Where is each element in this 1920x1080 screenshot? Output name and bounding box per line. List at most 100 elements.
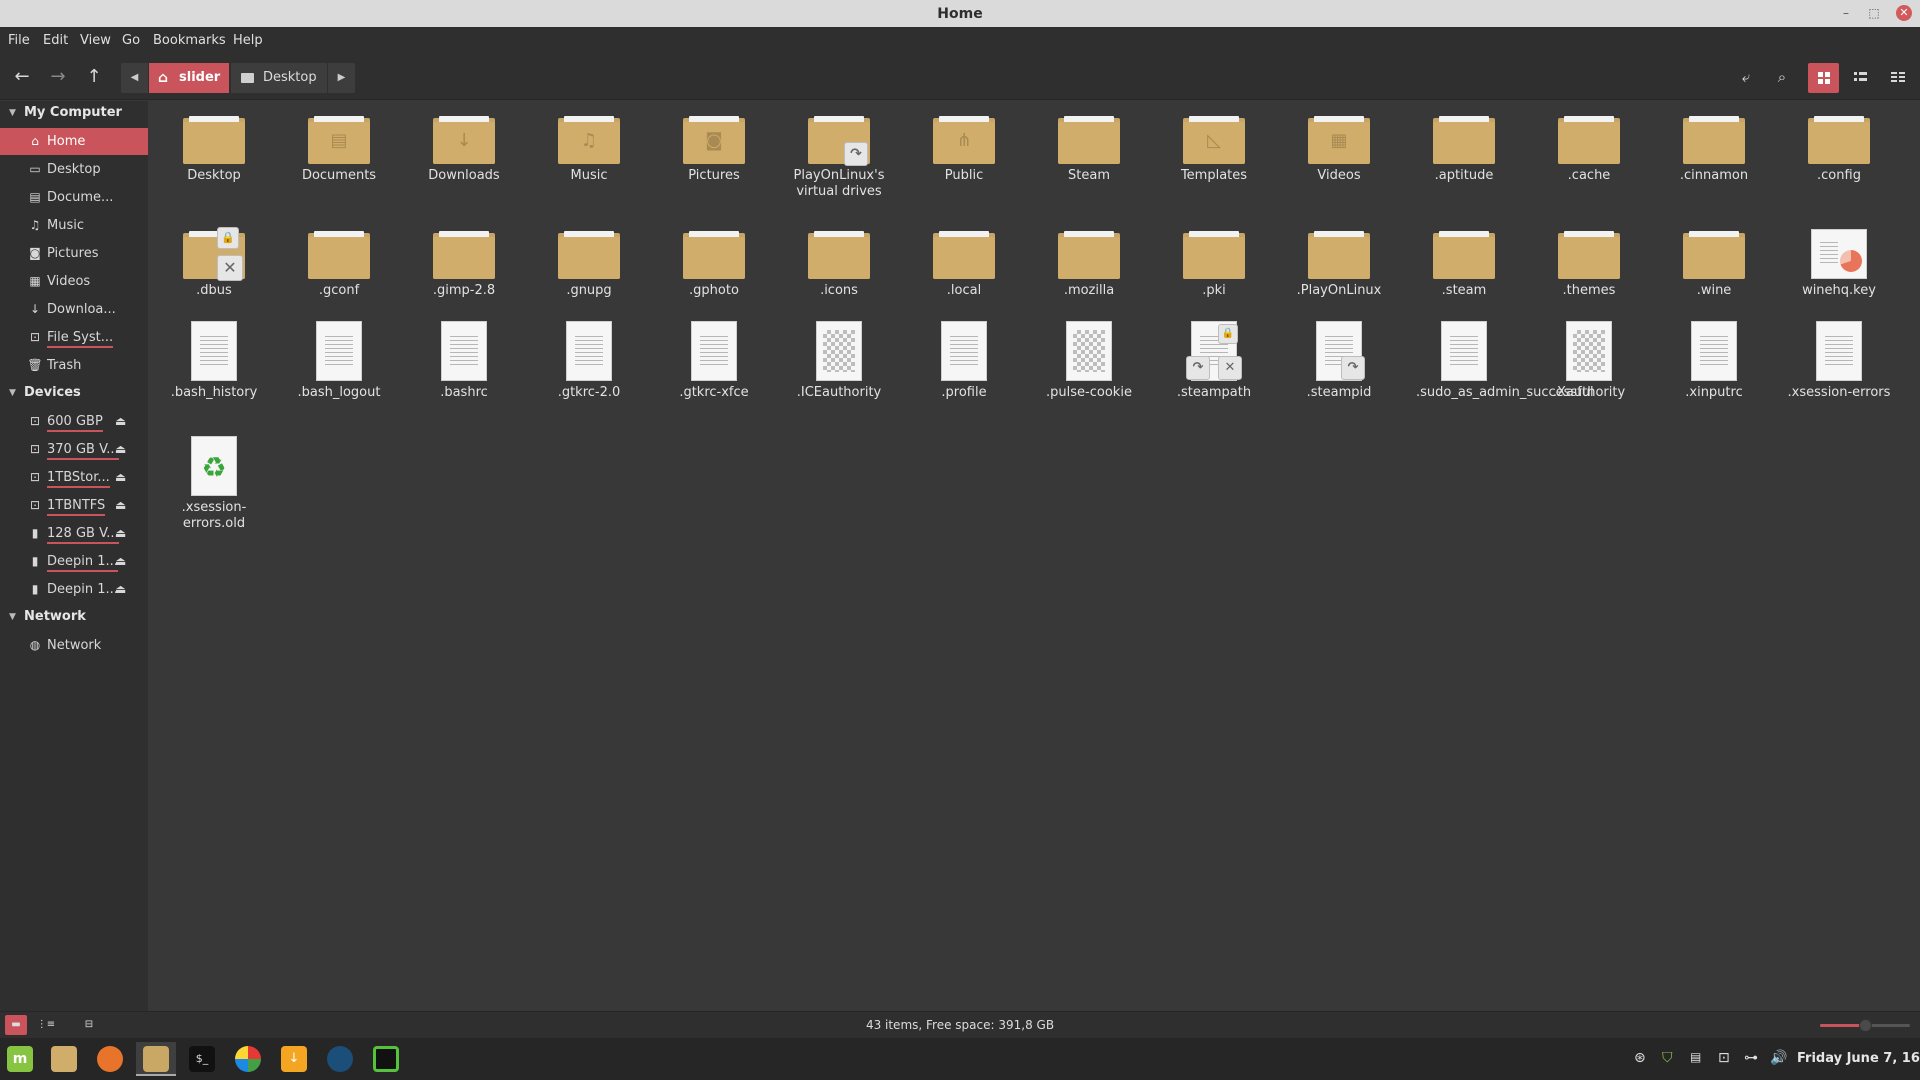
file-item[interactable]: .Xauthority xyxy=(1530,321,1648,401)
file-item[interactable]: ♫ Music xyxy=(530,116,648,184)
file-item[interactable]: .mozilla xyxy=(1030,231,1148,299)
volume-icon[interactable]: 🔊 xyxy=(1770,1050,1787,1066)
section-network[interactable]: ▼ Network xyxy=(0,605,148,629)
eject-icon[interactable]: ⏏ xyxy=(115,408,126,435)
file-item[interactable]: .xinputrc xyxy=(1655,321,1773,401)
file-item[interactable]: ▦ Videos xyxy=(1280,116,1398,184)
sidebar-device[interactable]: ▮ 128 GB V... ⏏ xyxy=(0,520,148,547)
sidebar-device[interactable]: ▮ Deepin 1... ⏏ xyxy=(0,548,148,575)
sidebar-item-music[interactable]: ♫ Music xyxy=(0,212,148,239)
taskbar-files[interactable] xyxy=(44,1042,84,1076)
taskbar-app-green[interactable] xyxy=(366,1042,406,1076)
file-item[interactable]: 🔒 ↷ ✕ .steampath xyxy=(1155,321,1273,401)
file-item[interactable]: .gconf xyxy=(280,231,398,299)
sidebar-device[interactable]: ⊡ 1TBNTFS ⏏ xyxy=(0,492,148,519)
path-home-button[interactable]: ⌂ slider xyxy=(149,63,229,93)
sidebar-item-trash[interactable]: 🗑 Trash xyxy=(0,352,148,379)
drive-tray-icon[interactable]: ⊡ xyxy=(1718,1050,1730,1066)
file-item[interactable]: .ICEauthority xyxy=(780,321,898,401)
path-scroll-right[interactable]: ▶ xyxy=(328,63,355,93)
sidebar-item-pictures[interactable]: ◙ Pictures xyxy=(0,240,148,267)
file-item[interactable]: .config xyxy=(1780,116,1898,184)
zoom-slider-handle[interactable] xyxy=(1859,1019,1872,1032)
eject-icon[interactable]: ⏏ xyxy=(115,436,126,463)
file-item[interactable]: .gtkrc-xfce xyxy=(655,321,773,401)
file-item[interactable]: .gnupg xyxy=(530,231,648,299)
file-item[interactable]: .cinnamon xyxy=(1655,116,1773,184)
menu-edit[interactable]: Edit xyxy=(43,33,68,48)
file-item[interactable]: .wine xyxy=(1655,231,1773,299)
menu-view[interactable]: View xyxy=(80,33,111,48)
sidebar-item-home[interactable]: ⌂ Home xyxy=(0,128,148,155)
file-item[interactable]: .local xyxy=(905,231,1023,299)
sidebar-device[interactable]: ⊡ 370 GB V... ⏏ xyxy=(0,436,148,463)
sidebar-device[interactable]: ⊡ 600 GBP ⏏ xyxy=(0,408,148,435)
file-item[interactable]: .sudo_as_admin_successful xyxy=(1405,321,1594,401)
path-desktop-button[interactable]: Desktop xyxy=(231,63,327,93)
menu-file[interactable]: File xyxy=(8,33,30,48)
toggle-location-button[interactable]: ⤶ xyxy=(1732,63,1760,91)
menu-bookmarks[interactable]: Bookmarks xyxy=(153,33,226,48)
section-my-computer[interactable]: ▼ My Computer xyxy=(0,101,148,125)
file-item[interactable]: ◺ Templates xyxy=(1155,116,1273,184)
taskbar-app[interactable] xyxy=(228,1042,268,1076)
file-item[interactable]: .steam xyxy=(1405,231,1523,299)
sidebar-item-downloads[interactable]: ↓ Downloa... xyxy=(0,296,148,323)
taskbar-files-active[interactable] xyxy=(136,1042,176,1076)
sidebar-item-videos[interactable]: ▦ Videos xyxy=(0,268,148,295)
file-item[interactable]: winehq.key xyxy=(1780,229,1898,299)
file-item[interactable]: .themes xyxy=(1530,231,1648,299)
steam-tray-icon[interactable]: ⊛ xyxy=(1634,1050,1646,1066)
icon-view-button[interactable] xyxy=(1808,63,1839,93)
sidebar-item-network[interactable]: ◍ Network xyxy=(0,632,148,659)
us-flag-icon[interactable]: ▤ xyxy=(1690,1050,1701,1064)
menu-go[interactable]: Go xyxy=(122,33,140,48)
file-item[interactable]: .PlayOnLinux xyxy=(1280,231,1398,299)
file-item[interactable]: .profile xyxy=(905,321,1023,401)
menu-help[interactable]: Help xyxy=(233,33,263,48)
section-devices[interactable]: ▼ Devices xyxy=(0,381,148,405)
file-item[interactable]: .gphoto xyxy=(655,231,773,299)
file-item[interactable]: .bashrc xyxy=(405,321,523,401)
file-item[interactable]: .pulse-cookie xyxy=(1030,321,1148,401)
file-item[interactable]: .cache xyxy=(1530,116,1648,184)
taskbar-steam[interactable] xyxy=(320,1042,360,1076)
eject-icon[interactable]: ⏏ xyxy=(115,492,126,519)
eject-icon[interactable]: ⏏ xyxy=(115,520,126,547)
path-scroll-left[interactable]: ◀ xyxy=(121,63,148,93)
zoom-slider[interactable] xyxy=(1820,1019,1910,1032)
file-item[interactable]: Steam xyxy=(1030,116,1148,184)
file-item[interactable]: Desktop xyxy=(155,116,273,184)
file-item[interactable]: ◙ Pictures xyxy=(655,116,773,184)
file-item[interactable]: .icons xyxy=(780,231,898,299)
sidebar-device[interactable]: ⊡ 1TBStor... ⏏ xyxy=(0,464,148,491)
file-item[interactable]: .aptitude xyxy=(1405,116,1523,184)
forward-button[interactable]: → xyxy=(44,63,72,91)
file-item[interactable]: .bash_history xyxy=(155,321,273,401)
file-item[interactable]: ↷ .steampid xyxy=(1280,321,1398,401)
network-tray-icon[interactable]: ⊶ xyxy=(1744,1050,1758,1066)
sidebar-item-file-system[interactable]: ⊡ File Syst... xyxy=(0,324,148,351)
file-item[interactable]: .xsession-errors xyxy=(1780,321,1898,401)
file-item[interactable]: ♻ .xsession-errors.old xyxy=(155,436,273,532)
file-view[interactable]: Desktop ▤ Documents ↓ Downloads ♫ Music ◙ Pi… xyxy=(148,101,1920,1011)
search-button[interactable]: ⌕ xyxy=(1768,63,1796,91)
maximize-button[interactable]: ⬚ xyxy=(1866,5,1882,21)
sidebar-item-documents[interactable]: ▤ Docume... xyxy=(0,184,148,211)
file-item[interactable]: ↓ Downloads xyxy=(405,116,523,184)
file-item[interactable]: .gimp-2.8 xyxy=(405,231,523,299)
up-button[interactable]: ↑ xyxy=(80,63,108,91)
taskbar-firefox[interactable] xyxy=(90,1042,130,1076)
mint-menu-button[interactable]: m xyxy=(0,1042,40,1076)
file-item[interactable]: ↷ PlayOnLinux's virtual drives xyxy=(780,116,898,200)
sidebar-device[interactable]: ▮ Deepin 1... ⏏ xyxy=(0,576,148,603)
taskbar-playonlinux[interactable]: ↓ xyxy=(274,1042,314,1076)
shield-icon[interactable]: ⛉ xyxy=(1662,1050,1673,1066)
file-item[interactable]: .gtkrc-2.0 xyxy=(530,321,648,401)
close-button[interactable]: ✕ xyxy=(1896,5,1912,21)
eject-icon[interactable]: ⏏ xyxy=(115,464,126,491)
back-button[interactable]: ← xyxy=(8,63,36,91)
clock[interactable]: Friday June 7, 16:42 xyxy=(1797,1051,1920,1066)
list-view-button[interactable] xyxy=(1846,63,1874,91)
compact-view-button[interactable] xyxy=(1884,63,1912,91)
